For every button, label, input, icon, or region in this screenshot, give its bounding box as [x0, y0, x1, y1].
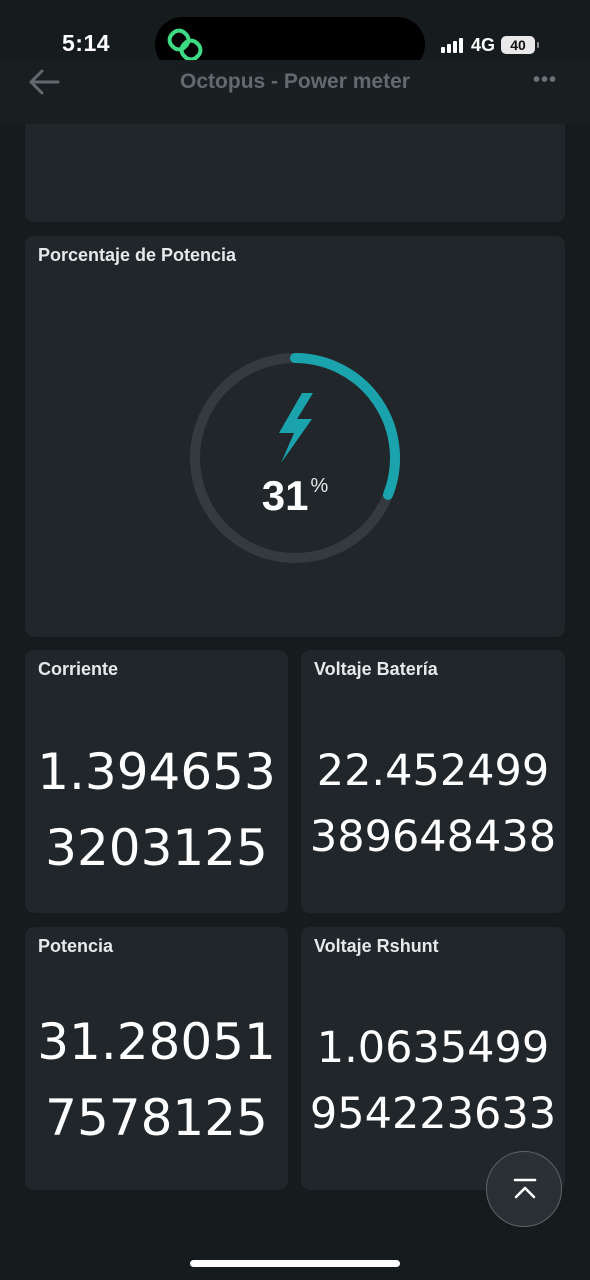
gauge-number: 31: [261, 472, 309, 519]
battery-icon: 40: [501, 36, 540, 54]
card-title: Voltaje Rshunt: [314, 936, 439, 956]
battery-voltage-value: 22.452499 389648438: [301, 738, 565, 870]
home-indicator[interactable]: [190, 1260, 400, 1267]
power-card: Potencia 31.28051 7578125: [25, 927, 288, 1190]
card-title: Potencia: [38, 936, 114, 956]
gauge-value: 31%: [187, 472, 403, 520]
scroll-to-top-button[interactable]: [486, 1151, 562, 1227]
value-line-2: 389648438: [309, 812, 557, 862]
shunt-voltage-value: 1.0635499 954223633: [301, 1015, 565, 1147]
more-options-button[interactable]: •••: [533, 70, 557, 94]
arrow-up-to-top-icon: [513, 1178, 537, 1199]
app-screen: 5:14 4G 40 Octopus - Power meter ••• Por…: [0, 0, 590, 1280]
value-line-2: 3203125: [45, 819, 268, 877]
battery-tip: [537, 42, 540, 48]
network-type: 4G: [471, 34, 496, 55]
value-line-1: 22.452499: [316, 746, 550, 796]
power-percentage-card: Porcentaje de Potencia 31%: [25, 236, 565, 637]
card-title: Voltaje Batería: [314, 659, 438, 679]
value-line-2: 7578125: [45, 1089, 268, 1147]
status-time: 5:14: [62, 30, 111, 56]
card-title: Corriente: [38, 659, 119, 679]
link-chain-icon: [167, 28, 203, 62]
more-horizontal-icon: •••: [533, 69, 558, 91]
current-value: 1.394653 3203125: [25, 734, 288, 886]
value-line-1: 1.394653: [37, 743, 276, 801]
value-line-1: 31.28051: [37, 1013, 276, 1071]
power-gauge: [190, 353, 400, 563]
current-card: Corriente 1.394653 3203125: [25, 650, 288, 913]
power-value: 31.28051 7578125: [25, 1004, 288, 1156]
status-indicators: 4G 40: [441, 34, 540, 56]
value-line-2: 954223633: [309, 1089, 557, 1139]
value-line-1: 1.0635499: [316, 1023, 550, 1073]
previous-card: [25, 124, 565, 222]
battery-voltage-card: Voltaje Batería 22.452499 389648438: [301, 650, 565, 913]
gauge-unit: %: [310, 475, 329, 497]
card-title: Porcentaje de Potencia: [38, 245, 237, 265]
cellular-signal-icon: [441, 37, 465, 53]
battery-level: 40: [510, 37, 526, 53]
lightning-bolt-icon: [279, 393, 313, 463]
page-title: Octopus - Power meter: [180, 70, 410, 93]
